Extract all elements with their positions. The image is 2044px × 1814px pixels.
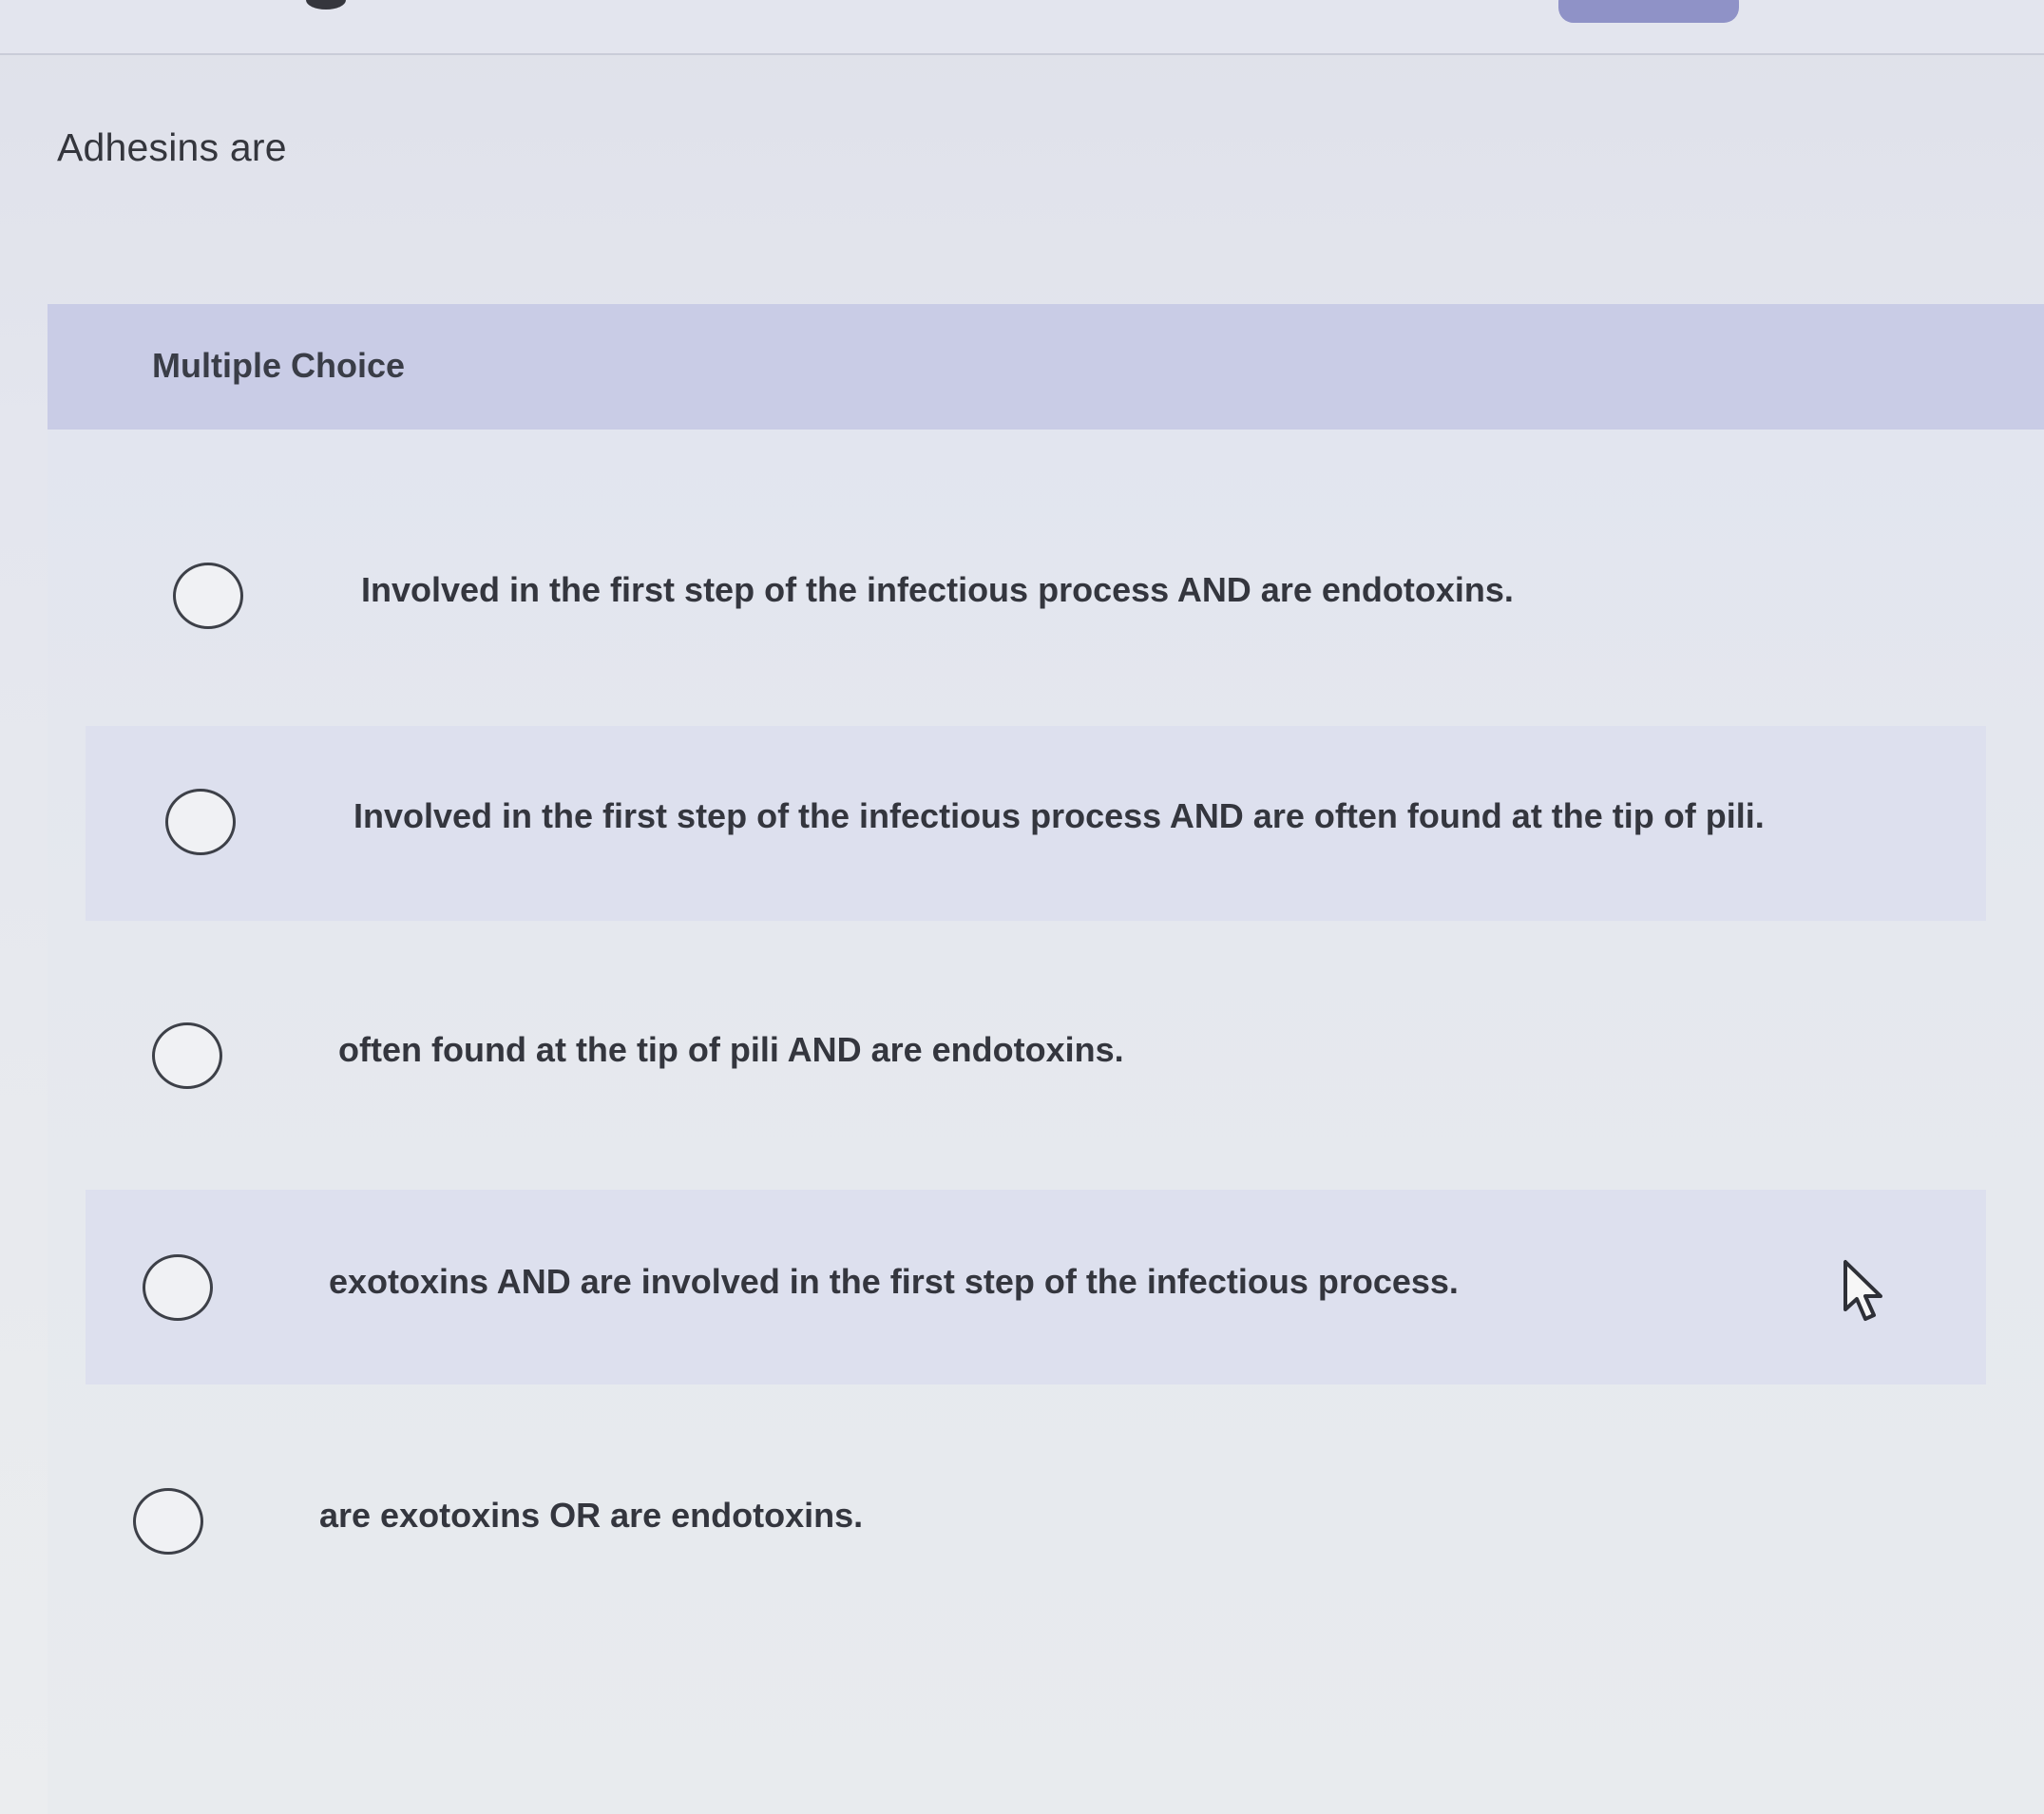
choice-label: Involved in the first step of the infect… <box>353 796 1765 835</box>
radio-unchecked-icon[interactable] <box>173 563 243 629</box>
choice-option-2[interactable]: Involved in the first step of the infect… <box>86 726 1986 921</box>
choice-label: exotoxins AND are involved in the first … <box>329 1262 1459 1301</box>
choice-option-4[interactable]: exotoxins AND are involved in the first … <box>86 1190 1986 1384</box>
toolbar-button[interactable] <box>1558 0 1739 23</box>
mouse-pointer-icon <box>1843 1260 1882 1321</box>
choice-label: often found at the tip of pili AND are e… <box>338 1030 1124 1069</box>
radio-unchecked-icon[interactable] <box>143 1254 213 1321</box>
answer-choices: Involved in the first step of the infect… <box>48 430 2044 1814</box>
radio-unchecked-icon[interactable] <box>165 789 236 855</box>
question-type-header: Multiple Choice <box>48 304 2044 430</box>
choice-option-1[interactable]: Involved in the first step of the infect… <box>86 496 1986 691</box>
question-text: Adhesins are <box>57 125 287 169</box>
choice-label: are exotoxins OR are endotoxins. <box>319 1496 864 1535</box>
radio-unchecked-icon[interactable] <box>152 1022 222 1089</box>
choice-label: Involved in the first step of the infect… <box>361 570 1514 609</box>
top-toolbar <box>0 0 2044 55</box>
choice-option-3[interactable]: often found at the tip of pili AND are e… <box>86 958 1986 1153</box>
toolbar-icon[interactable] <box>306 0 346 10</box>
radio-unchecked-icon[interactable] <box>133 1488 203 1555</box>
question-type-label: Multiple Choice <box>152 346 406 385</box>
choice-option-5[interactable]: are exotoxins OR are endotoxins. <box>86 1423 1986 1618</box>
